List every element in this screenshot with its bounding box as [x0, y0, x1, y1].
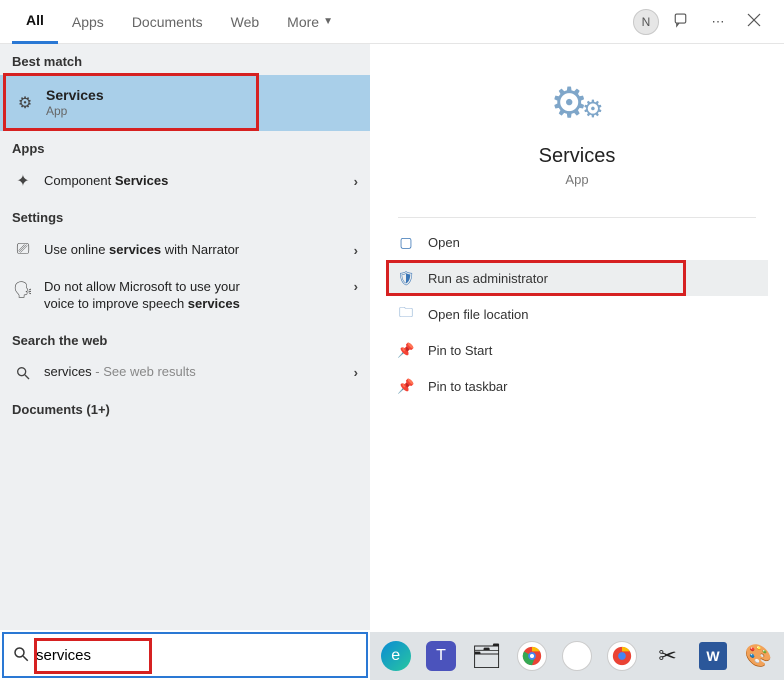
documents-header: Documents (1+): [0, 392, 370, 423]
best-match-title: Services: [46, 86, 356, 104]
chevron-right-icon: ›: [354, 279, 358, 294]
result-best-match[interactable]: ⚙ Services App: [0, 75, 370, 131]
preview-hero: ⚙⚙ Services App: [378, 60, 776, 195]
taskbar-explorer[interactable]: 🗂: [467, 636, 506, 676]
feedback-icon: [673, 11, 691, 32]
apps-header: Apps: [0, 131, 370, 162]
result-text: services - See web results: [44, 364, 354, 381]
chevron-down-icon: ▼: [323, 16, 333, 27]
divider: [398, 217, 756, 218]
admin-icon: 🛡: [396, 270, 416, 287]
ellipsis-icon: ⋯: [712, 14, 725, 30]
folder-icon: 🗂: [471, 642, 501, 671]
tab-more[interactable]: More ▼: [273, 0, 347, 44]
chrome-icon: [517, 641, 547, 671]
avatar: N: [633, 9, 659, 35]
gears-icon: ⚙⚙: [378, 78, 776, 127]
tabs-bar: All Apps Documents Web More ▼ N ⋯: [0, 0, 784, 44]
search-icon: [12, 362, 34, 384]
taskbar-paint[interactable]: 🎨: [739, 636, 778, 676]
taskbar-snip[interactable]: ✂: [648, 636, 687, 676]
narrator-icon: ⎚: [12, 239, 34, 261]
search-bar[interactable]: [2, 632, 368, 678]
result-text: Use online services with Narrator: [44, 242, 354, 259]
tab-web-label: Web: [231, 14, 260, 30]
tab-apps[interactable]: Apps: [58, 0, 118, 44]
feedback-button[interactable]: [664, 4, 700, 40]
action-pin-to-taskbar[interactable]: 📌 Pin to taskbar: [386, 368, 768, 404]
taskbar-chrome[interactable]: [512, 636, 551, 676]
tab-documents-label: Documents: [132, 14, 203, 30]
palette-icon: 🎨: [745, 643, 772, 669]
action-label: Pin to taskbar: [428, 379, 508, 394]
result-text: Component Services: [44, 173, 354, 190]
slack-icon: ✱: [562, 641, 592, 671]
avatar-initial: N: [642, 15, 651, 29]
result-text: Do not allow Microsoft to use your voice…: [44, 279, 354, 313]
tab-apps-label: Apps: [72, 14, 104, 30]
tab-all[interactable]: All: [12, 0, 58, 44]
main-content: Best match ⚙ Services App Apps ✦ Compone…: [0, 44, 784, 630]
close-button[interactable]: [736, 4, 772, 40]
result-text: Services App: [46, 86, 356, 120]
action-run-as-administrator[interactable]: 🛡 Run as administrator: [386, 260, 768, 296]
taskbar-word[interactable]: W: [693, 636, 732, 676]
result-web-services[interactable]: services - See web results ›: [0, 354, 370, 392]
folder-icon: 🗀: [396, 302, 416, 326]
action-open-file-location[interactable]: 🗀 Open file location: [386, 296, 768, 332]
taskbar-teams[interactable]: T: [421, 636, 460, 676]
action-label: Open file location: [428, 307, 528, 322]
search-input[interactable]: [36, 647, 358, 664]
settings-header: Settings: [0, 200, 370, 231]
result-narrator-services[interactable]: ⎚ Use online services with Narrator ›: [0, 231, 370, 269]
speech-icon: 🗣: [12, 279, 34, 301]
result-speech-services[interactable]: 🗣 Do not allow Microsoft to use your voi…: [0, 269, 370, 323]
taskbar-edge[interactable]: e: [376, 636, 415, 676]
action-open[interactable]: ▢ Open: [386, 224, 768, 260]
teams-icon: T: [426, 641, 456, 671]
taskbar-slack[interactable]: ✱: [557, 636, 596, 676]
scissors-icon: ✂: [658, 643, 676, 669]
tab-more-label: More: [287, 14, 319, 30]
actions-list: ▢ Open 🛡 Run as administrator 🗀 Open fil…: [378, 224, 776, 404]
best-match-sub: App: [46, 104, 356, 120]
close-icon: [747, 13, 761, 30]
chevron-right-icon: ›: [354, 174, 358, 189]
more-options-button[interactable]: ⋯: [700, 4, 736, 40]
chrome-icon: [607, 641, 637, 671]
open-icon: ▢: [396, 234, 416, 251]
action-pin-to-start[interactable]: 📌 Pin to Start: [386, 332, 768, 368]
edge-icon: e: [381, 641, 411, 671]
best-match-header: Best match: [0, 44, 370, 75]
pin-icon: 📌: [396, 378, 416, 395]
action-label: Open: [428, 235, 460, 250]
search-icon: [12, 645, 30, 666]
chevron-right-icon: ›: [354, 365, 358, 380]
tab-documents[interactable]: Documents: [118, 0, 217, 44]
action-label: Pin to Start: [428, 343, 492, 358]
word-icon: W: [699, 642, 727, 670]
preview-panel: ⚙⚙ Services App ▢ Open 🛡 Run as administ…: [370, 44, 784, 630]
component-services-icon: ✦: [12, 170, 34, 192]
action-label: Run as administrator: [428, 271, 548, 286]
gear-icon: ⚙: [14, 92, 36, 114]
preview-title: Services: [378, 145, 776, 168]
account-button[interactable]: N: [628, 4, 664, 40]
preview-sub: App: [378, 172, 776, 187]
pin-icon: 📌: [396, 342, 416, 359]
tab-all-label: All: [26, 12, 44, 28]
search-web-header: Search the web: [0, 323, 370, 354]
chevron-right-icon: ›: [354, 243, 358, 258]
result-component-services[interactable]: ✦ Component Services ›: [0, 162, 370, 200]
taskbar: e T 🗂 ✱ ✂ W 🎨: [370, 632, 784, 680]
tab-web[interactable]: Web: [217, 0, 274, 44]
taskbar-chrome-canary[interactable]: [603, 636, 642, 676]
results-panel: Best match ⚙ Services App Apps ✦ Compone…: [0, 44, 370, 630]
